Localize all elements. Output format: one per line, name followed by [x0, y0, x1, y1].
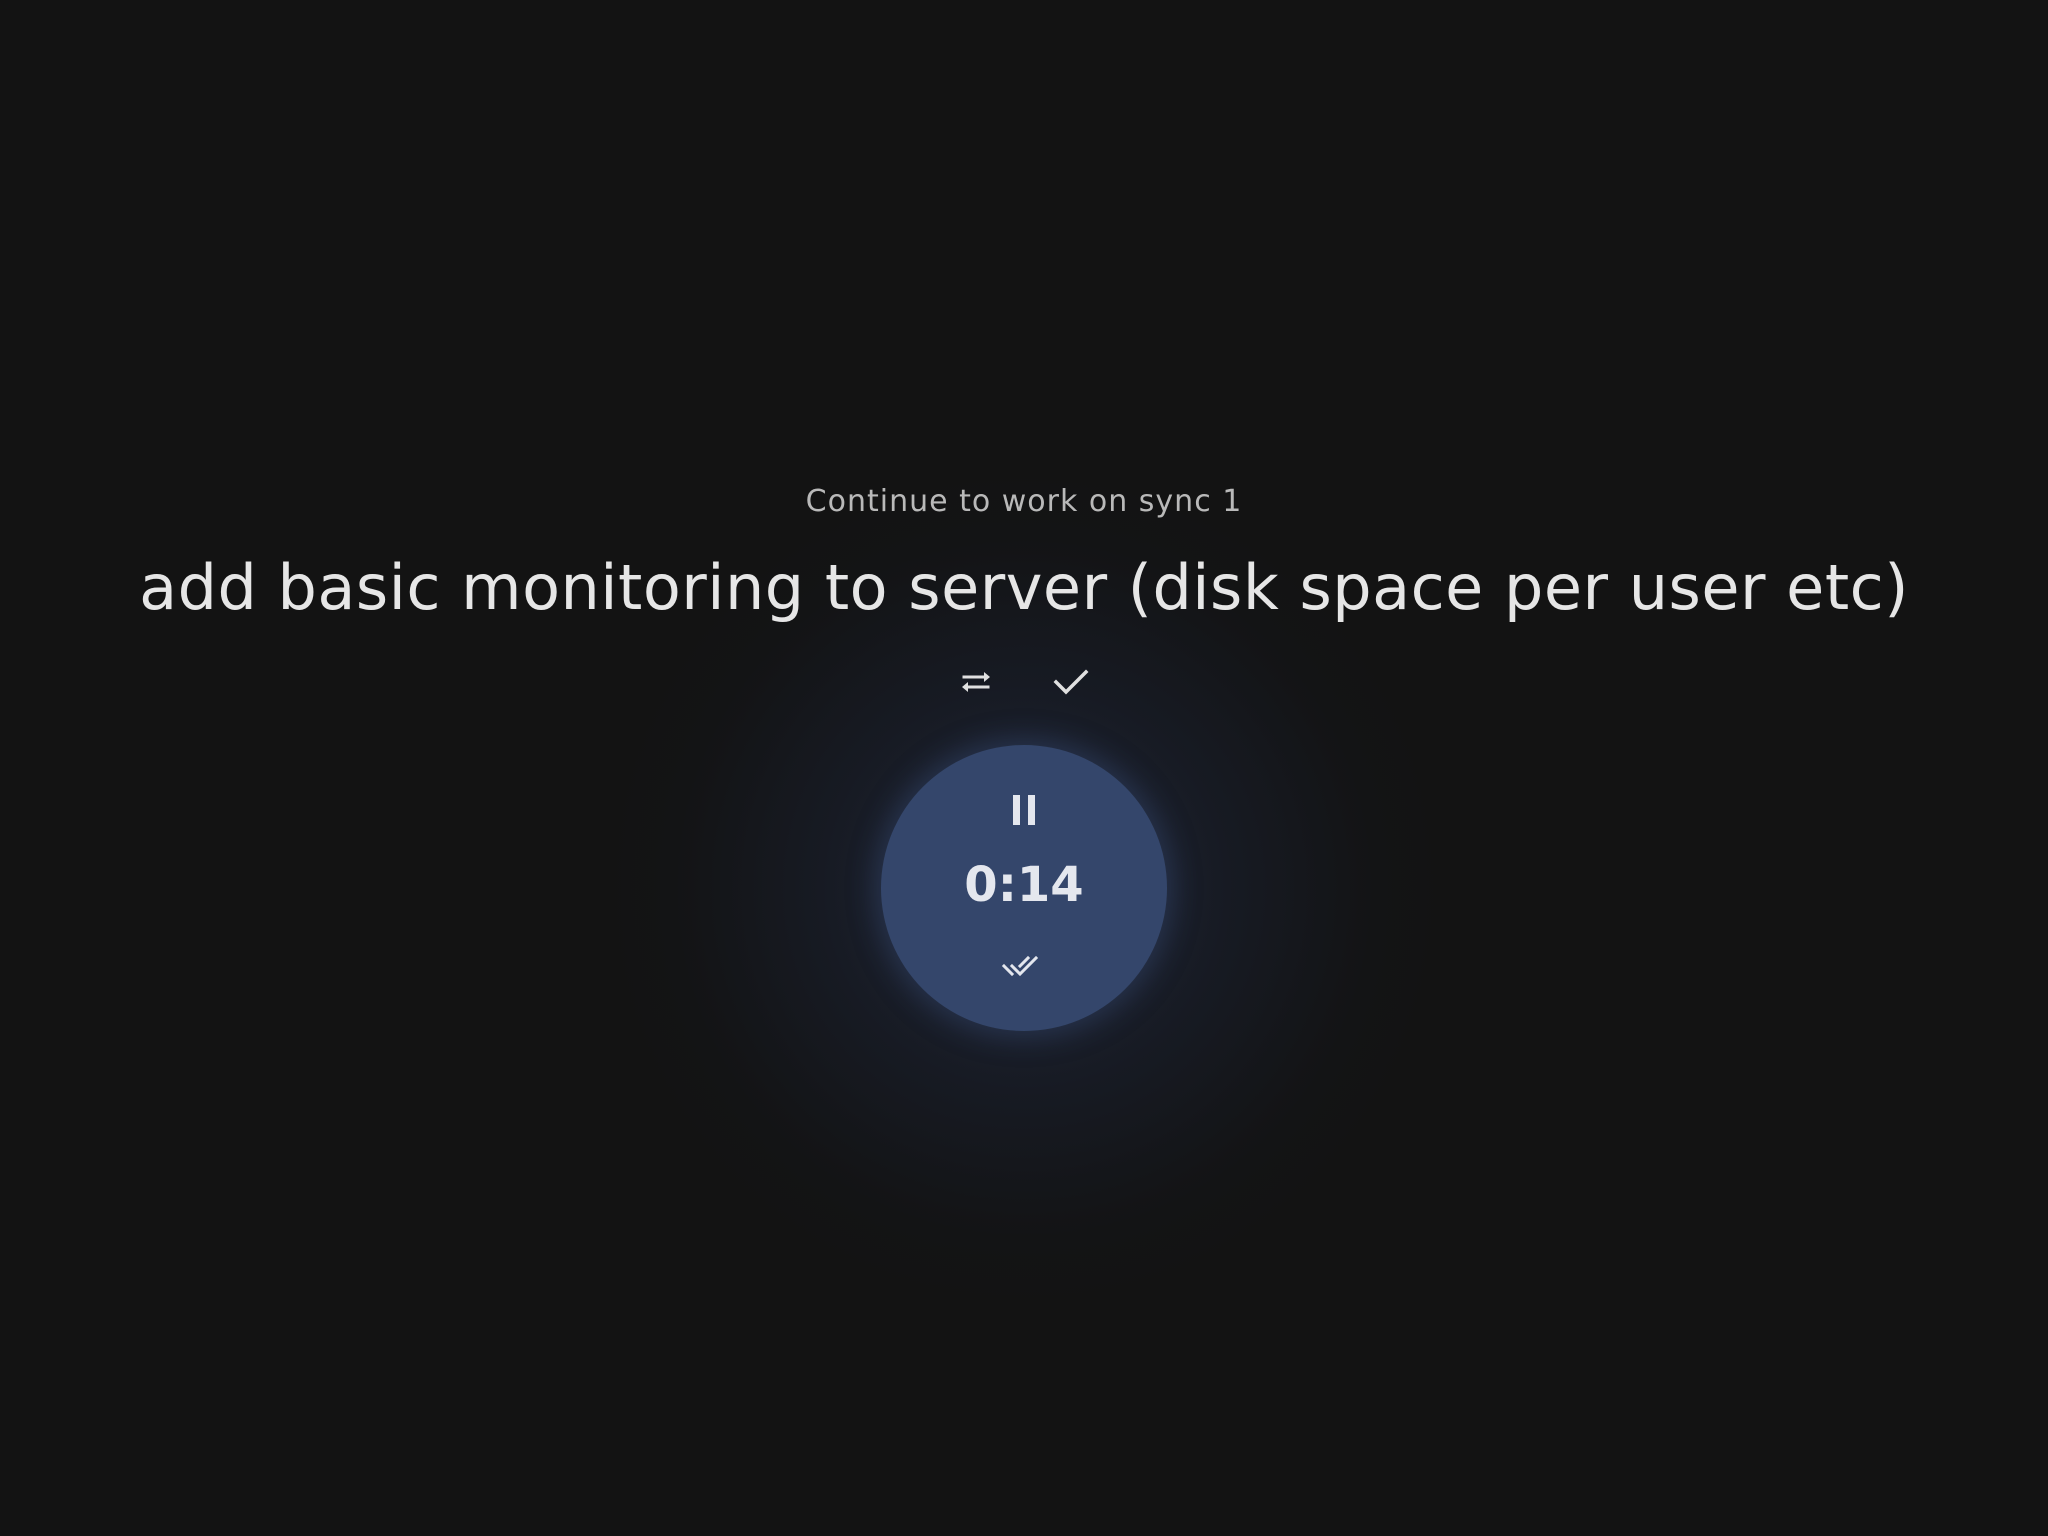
task-title: add basic monitoring to server (disk spa…	[139, 551, 1909, 624]
focus-screen: Continue to work on sync 1 add basic mon…	[0, 0, 2048, 1536]
focus-timer[interactable]: 0:14	[881, 745, 1167, 1031]
pause-icon[interactable]	[1011, 795, 1037, 825]
double-check-icon[interactable]	[1000, 950, 1048, 982]
task-actions	[0, 662, 2048, 702]
timer-time: 0:14	[964, 857, 1084, 913]
swap-arrows-icon	[962, 672, 990, 692]
checkmark-icon	[1053, 669, 1089, 695]
task-context: Continue to work on sync 1	[805, 484, 1243, 519]
mark-done-button[interactable]	[1050, 662, 1094, 702]
swap-task-button[interactable]	[954, 662, 998, 702]
